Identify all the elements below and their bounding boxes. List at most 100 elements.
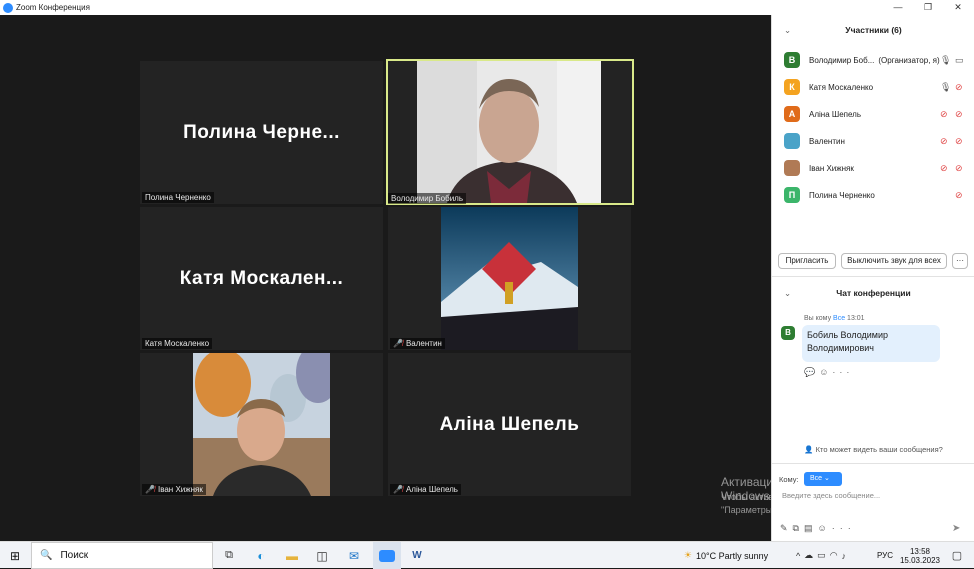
close-button[interactable]: ✕	[943, 0, 973, 15]
avatar	[784, 160, 800, 176]
sender-avatar: В	[781, 326, 795, 340]
mic-off-icon[interactable]: ⊘	[940, 109, 948, 120]
sender-label: Вы кому	[804, 315, 832, 322]
chat-message-input[interactable]: Введите здесь сообщение...	[782, 491, 962, 500]
store-icon[interactable]: ◫	[311, 542, 333, 569]
mic-off-icon[interactable]: ⊘	[940, 136, 948, 147]
task-view-icon[interactable]: ⧉	[218, 542, 240, 569]
participant-display-name: Полина Черне...	[183, 121, 340, 143]
mic-off-icon[interactable]: ⊘	[940, 163, 948, 174]
mail-icon[interactable]: ✉	[343, 542, 365, 569]
collapse-chevron-icon[interactable]: ⌄	[784, 283, 791, 303]
participant-row[interactable]: К Катя Москаленко 🎙 ⊘	[784, 77, 969, 97]
video-tile[interactable]: Аліна Шепель 🎤̸ Аліна Шепель	[388, 353, 631, 496]
file-icon[interactable]: ▤	[804, 523, 818, 533]
word-icon[interactable]: W	[405, 542, 429, 569]
participant-row[interactable]: А Аліна Шепель ⊘ ⊘	[784, 104, 969, 124]
tile-label: Катя Москаленко	[142, 338, 213, 349]
chevron-down-icon: ⌄	[824, 475, 830, 482]
mic-icon[interactable]: 🎙	[940, 55, 951, 66]
video-tile[interactable]: 🎤̸ Іван Хижняк	[140, 353, 383, 496]
volume-icon[interactable]: ♪	[842, 551, 851, 561]
chevron-up-icon[interactable]: ^	[796, 551, 804, 561]
recipient-dropdown[interactable]: Все ⌄	[804, 472, 842, 486]
window-title: Zoom Конференция	[16, 3, 90, 12]
tile-label: 🎤̸ Валентин	[390, 338, 445, 349]
participant-role: (Организатор, я)	[878, 55, 940, 65]
participant-name: Полина Черненко	[809, 190, 875, 200]
taskbar-search[interactable]: 🔍 Поиск	[31, 542, 213, 569]
video-off-icon[interactable]: ⊘	[955, 82, 963, 93]
avatar: К	[784, 79, 800, 95]
participant-avatar-image	[193, 353, 330, 496]
video-gallery: Полина Черне... Полина Черненко Володими…	[0, 15, 934, 541]
video-tile[interactable]: 🎤̸ Валентин	[388, 207, 631, 350]
chat-title: Чат конференции	[836, 288, 911, 298]
more-icon[interactable]: ···	[832, 523, 856, 533]
invite-button[interactable]: Пригласить	[778, 253, 836, 269]
more-icon[interactable]: ···	[832, 367, 853, 377]
weather-widget[interactable]: ☀ 10°C Partly sunny	[676, 542, 776, 569]
video-tile[interactable]: Катя Москален... Катя Москаленко	[140, 207, 383, 350]
activation-watermark-text-2: "Параметры".	[721, 505, 778, 515]
file-explorer-icon[interactable]: ▬	[281, 542, 303, 569]
tile-label: Володимир Бобиль	[388, 193, 467, 204]
more-options-button[interactable]: ···	[952, 253, 968, 269]
tile-label: 🎤̸ Аліна Шепель	[390, 484, 461, 495]
video-camera-icon[interactable]: ▭	[955, 55, 964, 66]
search-placeholder: Поиск	[60, 550, 89, 561]
reply-icon[interactable]: 💬	[804, 367, 819, 377]
minimize-button[interactable]: —	[883, 0, 913, 15]
windows-taskbar: ⊞ 🔍 Поиск ⧉ ◐ ▬ ◫ ✉ W ☀ 10°C Partly sunny …	[0, 541, 974, 569]
participant-row[interactable]: П Полина Черненко ⊘	[784, 185, 969, 205]
mic-off-icon: 🎤̸	[393, 339, 403, 348]
zoom-taskbar-icon[interactable]	[373, 542, 401, 569]
participant-row[interactable]: Іван Хижняк ⊘ ⊘	[784, 158, 969, 178]
mute-all-button[interactable]: Выключить звук для всех	[841, 253, 947, 269]
system-tray[interactable]: ^ ☁ ▭ ◠ ♪	[783, 542, 863, 569]
chat-message-bubble: Бобиль Володимир Володимирович	[802, 325, 940, 362]
recipient-link[interactable]: Все	[833, 315, 845, 322]
format-icon[interactable]: ✎	[780, 523, 793, 533]
network-icon[interactable]: ☁	[804, 550, 817, 561]
edge-icon[interactable]: ◐	[250, 542, 272, 569]
participant-row[interactable]: В Володимир Боб... (Организатор, я) 🎙 ▭	[784, 50, 969, 70]
battery-icon[interactable]: ▭	[817, 550, 830, 561]
participant-name: Іван Хижняк	[809, 163, 854, 173]
notifications-icon[interactable]: ▢	[946, 542, 968, 569]
video-off-icon[interactable]: ⊘	[955, 109, 963, 120]
participants-header: ⌄ Участники (6)	[772, 20, 974, 40]
video-tile-active-speaker[interactable]: Володимир Бобиль	[386, 59, 634, 205]
tile-label-text: Валентин	[405, 339, 442, 348]
video-off-icon[interactable]: ⊘	[955, 190, 963, 201]
video-tile[interactable]: Полина Черне... Полина Черненко	[140, 61, 383, 204]
participant-name: Володимир Боб...	[809, 55, 875, 65]
avatar: В	[784, 52, 800, 68]
clock[interactable]: 13:58 15.03.2023	[898, 542, 942, 569]
chat-header: ⌄ Чат конференции	[772, 283, 974, 303]
who-sees-link[interactable]: 👤 Кто может видеть ваши сообщения?	[772, 445, 974, 454]
tile-label: 🎤̸ Іван Хижняк	[142, 484, 206, 495]
divider	[772, 463, 974, 464]
emoji-icon[interactable]: ☺	[818, 523, 832, 533]
language-indicator[interactable]: РУС	[873, 542, 897, 569]
who-sees-text: Кто может видеть ваши сообщения?	[815, 445, 943, 454]
screenshot-icon[interactable]: ⧉	[793, 523, 804, 533]
send-icon[interactable]: ➤	[952, 523, 960, 534]
collapse-chevron-icon[interactable]: ⌄	[784, 20, 791, 40]
video-off-icon[interactable]: ⊘	[955, 163, 963, 174]
participant-name: Валентин	[809, 136, 845, 146]
wifi-icon[interactable]: ◠	[830, 550, 842, 561]
tile-label: Полина Черненко	[142, 192, 214, 203]
avatar	[784, 133, 800, 149]
restore-button[interactable]: ❐	[913, 0, 943, 15]
participant-row[interactable]: Валентин ⊘ ⊘	[784, 131, 969, 151]
emoji-reaction-icon[interactable]: ☺	[819, 367, 832, 377]
clock-date: 15.03.2023	[899, 555, 941, 565]
windows-start-icon[interactable]: ⊞	[0, 542, 30, 569]
video-off-icon[interactable]: ⊘	[955, 136, 963, 147]
chat-toolbar: ✎⧉▤☺···	[780, 523, 856, 534]
participant-display-name: Катя Москален...	[179, 267, 344, 289]
participant-name: Аліна Шепель	[809, 109, 862, 119]
mic-icon[interactable]: 🎙	[940, 82, 951, 93]
